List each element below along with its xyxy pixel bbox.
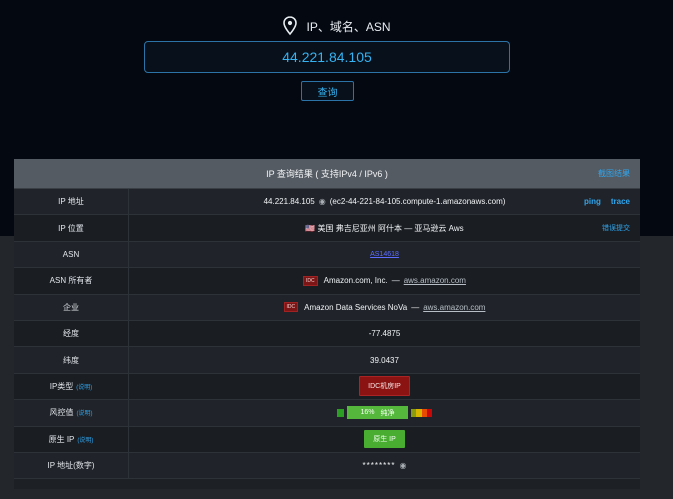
risk-meter: 16% 纯净: [337, 406, 432, 420]
asn-value-cell: AS14618: [129, 242, 640, 267]
risk-score-bar: 16% 纯净: [347, 406, 408, 420]
separator: —: [391, 276, 400, 286]
native-ip-value-cell: 原生 IP: [129, 427, 640, 452]
risk-percent: 16%: [360, 409, 375, 417]
results-panel: IP 查询结果 ( 支持IPv4 / IPv6 ) 截图结果 IP 地址 44.…: [14, 159, 640, 489]
numeric-ip-row: IP 地址(数字) ******** ◉: [14, 452, 640, 480]
longitude-value: -77.4875: [368, 329, 401, 339]
ip-type-label: IP类型: [49, 381, 74, 391]
risk-status: 纯净: [380, 409, 395, 417]
page-title: IP、域名、ASN: [306, 19, 391, 34]
latitude-value: 39.0437: [370, 355, 399, 365]
query-button[interactable]: 查询: [301, 81, 354, 101]
ip-address-label: IP 地址: [14, 189, 129, 215]
ip-type-badge: IDC机房IP: [359, 376, 410, 397]
ip-type-row: IP类型 (说明) IDC机房IP: [14, 373, 640, 401]
risk-value-cell: 16% 纯净: [129, 400, 640, 425]
longitude-label: 经度: [14, 320, 129, 347]
screenshot-results-link[interactable]: 截图结果: [598, 168, 630, 179]
ip-address-value-cell: 44.221.84.105 ◉ (ec2-44-221-84-105.compu…: [129, 189, 640, 214]
asn-owner-company: Amazon.com, Inc.: [323, 276, 388, 286]
numeric-ip-label: IP 地址(数字): [14, 452, 129, 479]
asn-link[interactable]: AS14618: [370, 251, 399, 258]
ip-type-label-cell: IP类型 (说明): [14, 373, 129, 400]
risk-label: 风控值: [49, 408, 74, 418]
longitude-row: 经度 -77.4875: [14, 320, 640, 348]
risk-low-marker: [337, 408, 344, 417]
native-ip-badge: 原生 IP: [364, 430, 405, 449]
ip-location-row: IP 位置 🇺🇸 美国 弗吉尼亚州 阿什本 — 亚马逊云 Aws 错误提交: [14, 215, 640, 242]
company-name: Amazon Data Services NoVa: [304, 302, 408, 312]
asn-owner-label: ASN 所有者: [14, 268, 129, 294]
trace-link[interactable]: trace: [611, 197, 630, 206]
eye-icon[interactable]: ◉: [399, 461, 406, 470]
ip-location-value: 🇺🇸 美国 弗吉尼亚州 阿什本 — 亚马逊云 Aws: [305, 223, 464, 233]
native-ip-row: 原生 IP (说明) 原生 IP: [14, 426, 640, 453]
latitude-label: 纬度: [14, 347, 129, 373]
native-ip-help-link[interactable]: (说明): [77, 435, 93, 444]
numeric-ip-value-cell: ******** ◉: [129, 453, 640, 478]
ip-search-input[interactable]: 44.221.84.105: [144, 41, 510, 73]
eye-icon[interactable]: ◉: [319, 197, 326, 206]
ip-address-value: 44.221.84.105: [263, 197, 315, 207]
results-table: IP 地址 44.221.84.105 ◉ (ec2-44-221-84-105…: [14, 189, 640, 480]
native-ip-label: 原生 IP: [48, 434, 75, 444]
page-title-row: IP、域名、ASN: [0, 16, 673, 36]
separator: —: [411, 302, 420, 312]
company-row: 企业 IDC Amazon Data Services NoVa — aws.a…: [14, 294, 640, 321]
risk-help-link[interactable]: (说明): [77, 408, 93, 417]
ip-location-value-cell: 🇺🇸 美国 弗吉尼亚州 阿什本 — 亚马逊云 Aws 错误提交: [129, 215, 640, 240]
asn-owner-row: ASN 所有者 IDC Amazon.com, Inc. — aws.amazo…: [14, 268, 640, 295]
latitude-row: 纬度 39.0437: [14, 347, 640, 374]
native-ip-label-cell: 原生 IP (说明): [14, 426, 129, 452]
ping-link[interactable]: ping: [584, 197, 601, 206]
company-value-cell: IDC Amazon Data Services NoVa — aws.amaz…: [129, 295, 640, 320]
risk-score-row: 风控值 (说明) 16% 纯净: [14, 400, 640, 427]
asn-label: ASN: [14, 241, 129, 268]
asn-owner-value-cell: IDC Amazon.com, Inc. — aws.amazon.com: [129, 268, 640, 293]
risk-label-cell: 风控值 (说明): [14, 400, 129, 426]
ip-type-value-cell: IDC机房IP: [129, 374, 640, 399]
results-title: IP 查询结果 ( 支持IPv4 / IPv6 ): [266, 169, 388, 179]
numeric-ip-masked-value: ********: [362, 461, 396, 471]
idc-badge: IDC: [283, 302, 299, 313]
asn-owner-domain-link[interactable]: aws.amazon.com: [404, 276, 466, 285]
ip-type-help-link[interactable]: (说明): [76, 382, 92, 391]
asn-row: ASN AS14618: [14, 241, 640, 269]
report-error-link[interactable]: 错误提交: [602, 223, 630, 233]
map-pin-icon: [283, 16, 298, 36]
ip-location-label: IP 位置: [14, 215, 129, 241]
ip-address-row: IP 地址 44.221.84.105 ◉ (ec2-44-221-84-105…: [14, 189, 640, 216]
hostname-value: (ec2-44-221-84-105.compute-1.amazonaws.c…: [329, 197, 506, 207]
company-label: 企业: [14, 294, 129, 320]
ip-actions: ping trace: [584, 189, 630, 214]
risk-scale: [411, 408, 432, 417]
company-domain-link[interactable]: aws.amazon.com: [423, 303, 485, 312]
idc-badge: IDC: [303, 275, 318, 286]
results-header: IP 查询结果 ( 支持IPv4 / IPv6 ) 截图结果: [14, 159, 640, 189]
